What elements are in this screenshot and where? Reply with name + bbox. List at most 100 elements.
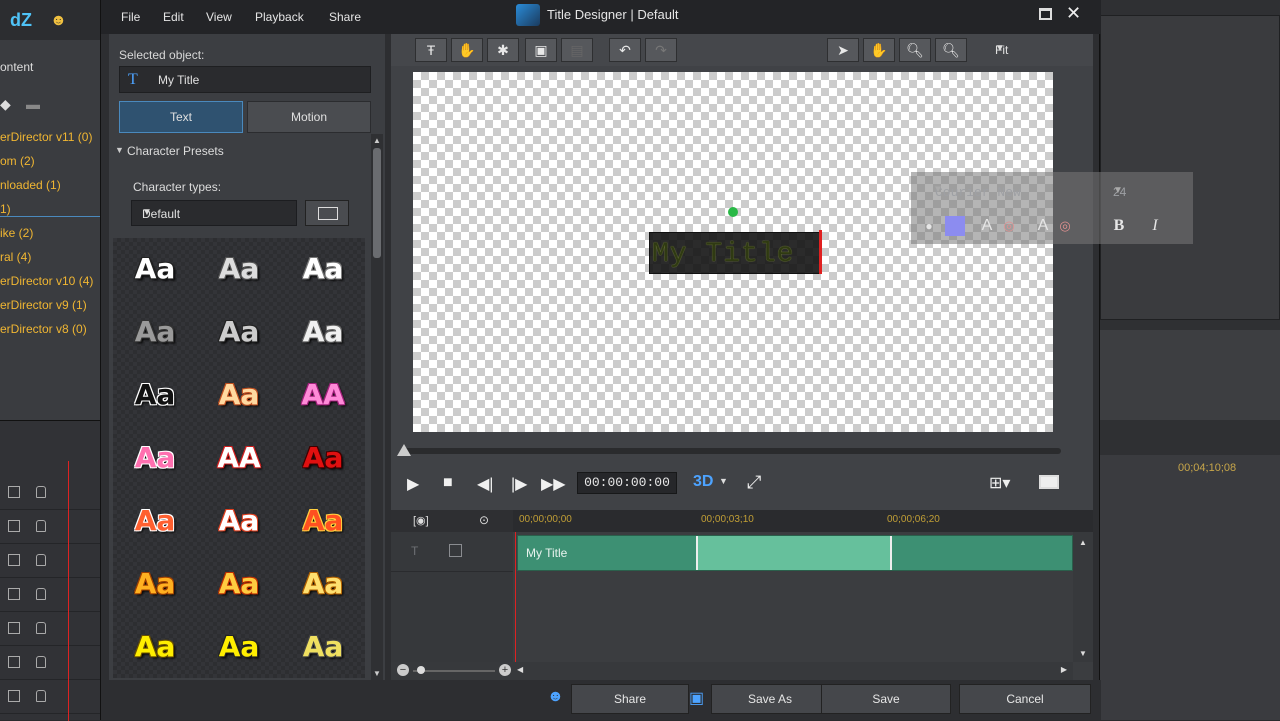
library-item[interactable]: erDirector v9 (1) [0,298,87,312]
scroll-left-icon[interactable]: ◀ [517,665,523,674]
character-preset[interactable]: Aa [113,427,197,489]
library-item[interactable]: erDirector v11 (0) [0,130,92,144]
lock-icon[interactable] [36,554,46,566]
library-item[interactable]: erDirector v8 (0) [0,322,87,336]
character-preset[interactable]: AA [281,364,365,426]
chevron-down-icon[interactable]: ▼ [719,476,728,486]
menu-playback[interactable]: Playback [255,10,304,24]
character-presets-header[interactable]: ▼ Character Presets [109,138,371,164]
fullscreen-icon[interactable]: ⤢ [747,472,761,493]
timeline-ruler[interactable]: 00;00;00;00 00;00;03;10 00;00;06;20 [513,510,1093,532]
character-preset[interactable]: Aa [281,553,365,615]
keyframe-icon[interactable]: [◉] [413,514,429,527]
preset-library-button[interactable] [305,200,349,226]
border-color-icon[interactable]: A [977,216,997,236]
track-enable-checkbox[interactable] [8,622,20,634]
cancel-button[interactable]: Cancel [959,684,1091,714]
lock-icon[interactable] [36,656,46,668]
timeline-vertical-scrollbar[interactable]: ▲ ▼ [1073,532,1093,662]
scroll-down-icon[interactable]: ▼ [373,669,381,678]
italic-button[interactable]: I [1145,216,1165,236]
lock-icon[interactable] [36,622,46,634]
timeline-horizontal-scrollbar[interactable]: ◀ ▶ [513,662,1073,680]
lock-icon[interactable] [36,588,46,600]
character-preset[interactable]: Aa [197,238,281,300]
zoom-select[interactable]: Fit ▼ [987,38,1075,62]
track-enable-checkbox[interactable] [8,520,20,532]
scroll-up-icon[interactable]: ▲ [1079,538,1087,547]
zoom-out-icon[interactable]: 🔍︎ [899,38,931,62]
library-item[interactable]: ike (2) [0,226,33,240]
track-enable-checkbox[interactable] [8,690,20,702]
aspect-ratio-icon[interactable] [1039,475,1059,489]
stop-icon[interactable]: ■ [443,474,453,492]
character-preset[interactable]: Aa [197,364,281,426]
library-item-selected[interactable]: 1) [0,202,100,217]
library-item[interactable]: nloaded (1) [0,178,61,192]
zoom-minus-icon[interactable]: − [397,664,409,676]
undo-icon[interactable]: ↶ [609,38,641,62]
menu-edit[interactable]: Edit [163,10,184,24]
character-types-select[interactable]: Default ▼ [131,200,297,226]
character-preset[interactable]: Aa [197,616,281,678]
track-enable-checkbox[interactable] [8,656,20,668]
library-item[interactable]: om (2) [0,154,35,168]
folder-icon[interactable]: ▬ [26,96,40,112]
face-color-swatch[interactable] [945,216,965,236]
layout-icon[interactable]: ⊞▾ [989,473,1010,493]
shadow-color-icon[interactable]: A [1033,216,1053,236]
track-enable-checkbox[interactable] [8,486,20,498]
character-preset[interactable]: Aa [281,238,365,300]
character-preset[interactable]: Aa [113,616,197,678]
zoom-plus-icon[interactable]: + [499,664,511,676]
insert-background-icon[interactable]: ▤ [561,38,593,62]
library-item[interactable]: ral (4) [0,250,31,264]
progress-thumb[interactable] [397,444,411,456]
insert-image-icon[interactable]: ▣ [525,38,557,62]
scroll-down-icon[interactable]: ▼ [1079,649,1087,658]
insert-particle-icon[interactable]: ✋ [451,38,483,62]
character-preset[interactable]: Aa [113,301,197,363]
insert-effect-icon[interactable]: ✱ [487,38,519,62]
menu-view[interactable]: View [206,10,232,24]
border-fill-icon[interactable]: ◎ [999,216,1019,236]
font-size-select[interactable]: 24 ▼ [1103,180,1189,204]
character-preset[interactable]: Aa [281,616,365,678]
timeline-playhead[interactable] [515,532,516,662]
redo-icon[interactable]: ↷ [645,38,677,62]
menu-share[interactable]: Share [329,10,361,24]
shadow-fill-icon[interactable]: ◎ [1055,216,1075,236]
tab-motion[interactable]: Motion [247,101,371,133]
character-preset[interactable]: Aa [113,238,197,300]
save-button[interactable]: Save [821,684,951,714]
scroll-right-icon[interactable]: ▶ [1061,665,1067,674]
presets-scrollbar[interactable]: ▲ ▼ [371,134,383,680]
lock-icon[interactable] [36,520,46,532]
tab-text[interactable]: Text [119,101,243,133]
import-icon[interactable]: ◆ [0,96,11,113]
library-item[interactable]: erDirector v10 (4) [0,274,93,288]
menu-file[interactable]: File [121,10,140,24]
track-enable-checkbox[interactable] [8,588,20,600]
next-frame-icon[interactable]: |▶ [511,474,527,494]
user-globe-icon[interactable]: ☻ [50,12,67,30]
rotate-handle[interactable] [728,207,738,217]
share-icon[interactable]: ☻ [547,688,564,706]
character-preset[interactable]: Aa [281,490,365,552]
lock-icon[interactable] [36,690,46,702]
character-preset[interactable]: Aa [113,553,197,615]
character-preset[interactable]: Aa [197,553,281,615]
zoom-in-icon[interactable]: 🔍︎ [935,38,967,62]
character-preset[interactable]: Aa [197,301,281,363]
previous-frame-icon[interactable]: ◀| [477,474,493,494]
save-as-icon[interactable]: ▣ [689,688,704,708]
save-as-button[interactable]: Save As [711,684,829,714]
3d-mode-button[interactable]: 3D [693,473,713,491]
zoom-knob[interactable] [417,666,425,674]
track-enable-checkbox[interactable] [8,554,20,566]
brush-icon[interactable]: ● [919,216,939,236]
character-preset[interactable]: Aa [281,427,365,489]
timecode-display[interactable]: 00:00:00:00 [577,472,677,494]
character-preset[interactable]: Aa [197,490,281,552]
character-preset[interactable]: Aa [281,301,365,363]
